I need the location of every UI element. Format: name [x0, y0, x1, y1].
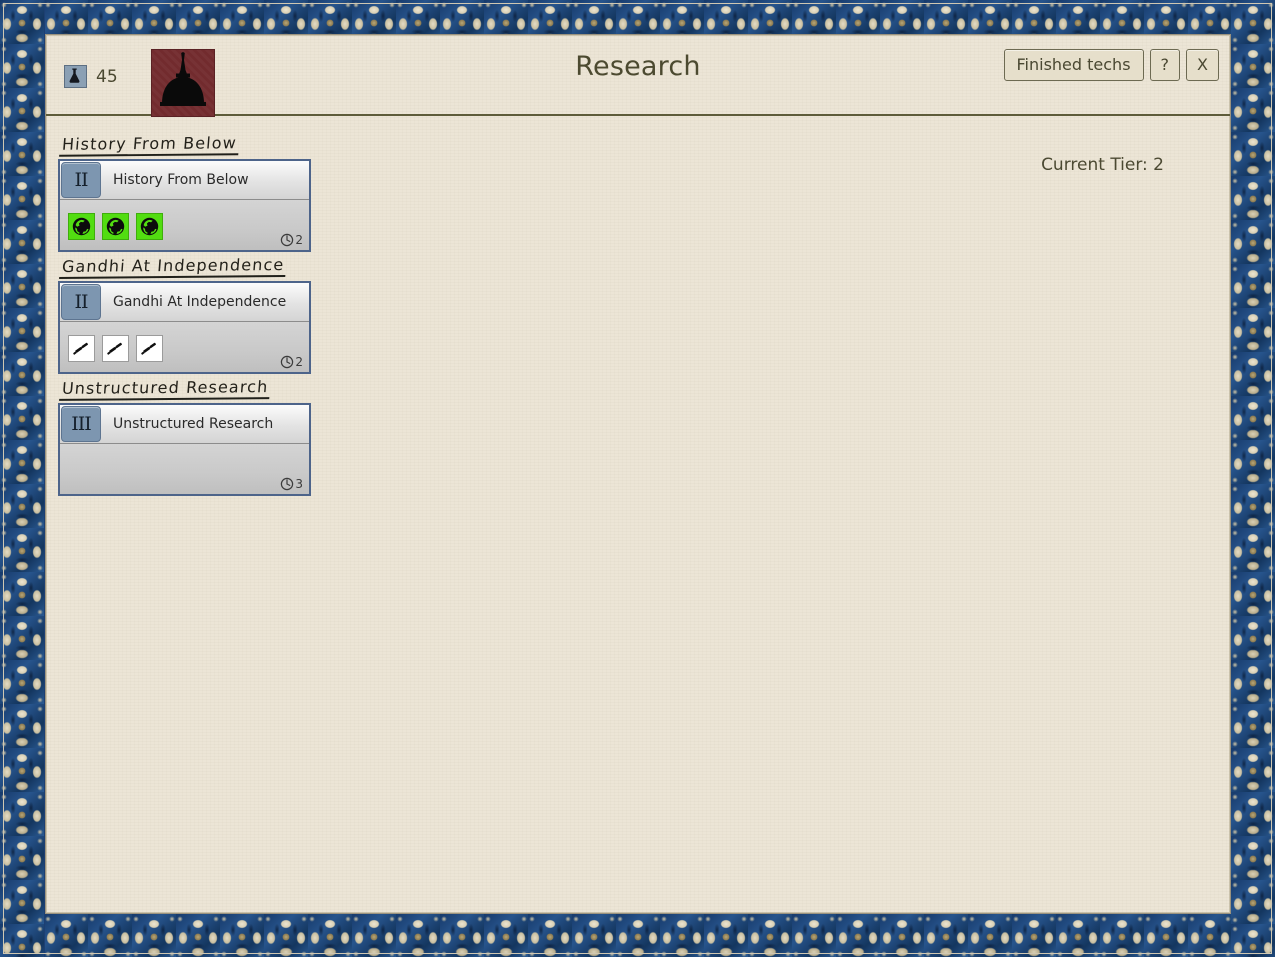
- effect-icon-row: [68, 335, 309, 362]
- ornate-border-bottom: [0, 914, 1275, 957]
- turn-cost: 3: [280, 477, 303, 491]
- effect-icon-row: [68, 213, 309, 240]
- turn-cost: 2: [280, 233, 303, 247]
- turn-count: 3: [295, 477, 303, 491]
- game-window: 45 Research Finished techs ? X Current T…: [0, 0, 1275, 957]
- tech-tier-badge: III: [61, 406, 101, 442]
- tech-card-effects: 2: [60, 322, 309, 372]
- flag-icon[interactable]: [68, 335, 95, 362]
- research-panel: 45 Research Finished techs ? X Current T…: [45, 34, 1231, 914]
- header-button-group: Finished techs ? X: [1003, 49, 1219, 81]
- turn-count: 2: [295, 355, 303, 369]
- turn-count: 2: [295, 233, 303, 247]
- tech-card-header: II History From Below: [60, 161, 309, 200]
- tech-card[interactable]: II Gandhi At Independence 2: [58, 281, 311, 374]
- tech-card[interactable]: II History From Below 2: [58, 159, 311, 252]
- current-tier-label: Current Tier: 2: [1041, 155, 1164, 175]
- ornate-border-left: [0, 0, 45, 957]
- finished-techs-button[interactable]: Finished techs: [1003, 49, 1144, 81]
- flag-icon[interactable]: [102, 335, 129, 362]
- tech-group-heading: Gandhi At Independence: [59, 255, 288, 279]
- tech-group: Unstructured Research III Unstructured Res…: [58, 377, 358, 496]
- clock-icon: [280, 477, 294, 491]
- panel-header: 45 Research Finished techs ? X: [46, 35, 1230, 117]
- flag-icon[interactable]: [136, 335, 163, 362]
- tech-card-name: History From Below: [113, 172, 249, 188]
- clock-icon: [280, 355, 294, 369]
- tech-card-effects: 2: [60, 200, 309, 250]
- ornate-border-right: [1231, 0, 1275, 957]
- close-button[interactable]: X: [1186, 49, 1219, 81]
- tech-card-name: Gandhi At Independence: [113, 294, 287, 310]
- turn-cost: 2: [280, 355, 303, 369]
- tech-card-header: III Unstructured Research: [60, 405, 309, 444]
- globe-icon[interactable]: [136, 213, 163, 240]
- tech-group: Gandhi At Independence II Gandhi At Indepe…: [58, 255, 358, 374]
- panel-body: Current Tier: 2 History From Below II Hist…: [46, 116, 1230, 913]
- tech-group-heading: Unstructured Research: [59, 377, 272, 401]
- clock-icon: [280, 233, 294, 247]
- tech-group: History From Below II History From Below 2: [58, 133, 358, 252]
- tech-card[interactable]: III Unstructured Research 3: [58, 403, 311, 496]
- tech-list: History From Below II History From Below 2 G…: [58, 133, 358, 500]
- help-button[interactable]: ?: [1149, 49, 1181, 81]
- tech-tier-badge: II: [61, 162, 101, 198]
- globe-icon[interactable]: [102, 213, 129, 240]
- tech-group-heading: History From Below: [59, 133, 240, 157]
- tech-card-effects: 3: [60, 444, 309, 494]
- tech-card-name: Unstructured Research: [113, 416, 274, 432]
- globe-icon[interactable]: [68, 213, 95, 240]
- ornate-border-top: [0, 0, 1275, 34]
- tech-card-header: II Gandhi At Independence: [60, 283, 309, 322]
- tech-tier-badge: II: [61, 284, 101, 320]
